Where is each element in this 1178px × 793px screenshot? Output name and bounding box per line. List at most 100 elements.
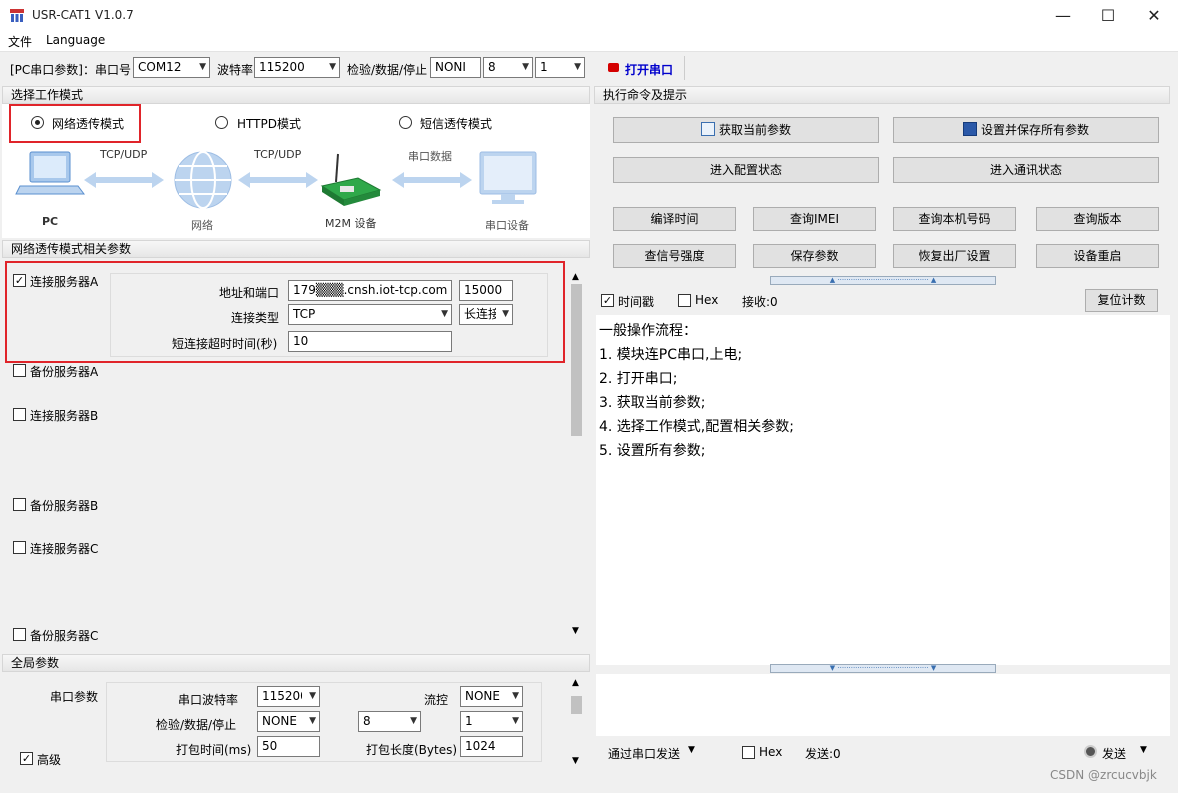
splitter-handle-2[interactable]: ▼ ······································… [770,664,996,673]
log-line: 5. 设置所有参数; [599,443,706,459]
timeout-label: 短连接超时时间(秒) [172,337,278,351]
global-databits-select[interactable]: 8 ▼ [358,711,421,732]
send-icon [1084,745,1097,758]
query-imei-button[interactable]: 查询IMEI [753,207,876,231]
server-c-checkbox[interactable] [13,541,26,554]
backup-server-c-checkbox[interactable] [13,628,26,641]
chevron-down-icon: ▼ [522,62,529,72]
net-params-scrollbar[interactable]: ▲ ▼ [568,272,585,640]
minimize-button[interactable]: — [1040,0,1086,31]
device-restart-button[interactable]: 设备重启 [1036,244,1159,268]
scroll-down-icon[interactable]: ▼ [572,626,579,636]
net-params-header: 网络透传模式相关参数 [2,240,590,258]
port-select[interactable]: COM12 ▼ [133,57,210,78]
chevron-down-icon: ▼ [502,309,509,319]
stopbits-select[interactable]: 1 ▼ [535,57,585,78]
save-params-button[interactable]: 保存参数 [753,244,876,268]
enter-comm-button[interactable]: 进入通讯状态 [893,157,1159,183]
open-port-label: 打开串口 [625,63,674,77]
conn-mode-select[interactable]: 长连接▼ [459,304,513,325]
chevron-down-icon: ▼ [329,62,336,72]
splitter-handle[interactable]: ▲ ······································… [770,276,996,285]
signal-strength-button[interactable]: 查信号强度 [613,244,736,268]
server-c-label: 连接服务器C [30,542,99,556]
receive-log[interactable]: 一般操作流程： 1. 模块连PC串口,上电; 2. 打开串口; 3. 获取当前参… [596,315,1170,665]
server-port-input[interactable]: 15000 [459,280,513,301]
send-button[interactable]: 发送 [1102,745,1126,762]
factory-reset-button[interactable]: 恢复出厂设置 [893,244,1016,268]
menu-file[interactable]: 文件 [8,33,32,50]
global-scrollbar[interactable]: ▲ ▼ [568,678,585,768]
scroll-up-icon[interactable]: ▲ [572,272,579,282]
chevron-down-icon: ▼ [309,716,316,726]
mode-option-httpd[interactable]: HTTPD模式 [237,115,301,132]
timeout-input[interactable]: 10 [288,331,452,352]
scroll-thumb[interactable] [571,284,582,436]
double-arrow-icon [392,172,472,188]
m2m-device-icon [320,153,382,206]
compile-time-button[interactable]: 编译时间 [613,207,736,231]
window-title: USR-CAT1 V1.0.7 [32,8,134,22]
scroll-up-icon[interactable]: ▲ [572,678,579,688]
radio-network[interactable] [31,116,44,129]
menu-language[interactable]: Language [46,33,105,47]
send-hex-checkbox[interactable] [742,746,755,759]
global-parity-select[interactable]: NONE ▼ [257,711,320,732]
open-port-button[interactable]: 打开串口 [603,56,685,80]
log-line: 2. 打开串口; [599,371,678,387]
mode-option-network[interactable]: 网络透传模式 [52,115,124,132]
reset-count-button[interactable]: 复位计数 [1085,289,1158,312]
double-arrow-icon [84,172,164,188]
chevron-down-icon: ▼ [410,716,417,726]
app-icon [10,9,24,22]
radio-httpd[interactable] [215,116,228,129]
globe-icon [174,151,232,209]
serial-params-label: 串口参数 [50,690,99,704]
pack-len-input[interactable]: 1024 [460,736,523,757]
server-addr-input[interactable]: 179▒▒▒.cnsh.iot-tcp.com [288,280,452,301]
title-bar: USR-CAT1 V1.0.7 — ☐ ✕ [0,0,1178,31]
radio-sms[interactable] [399,116,412,129]
global-stopbits-select[interactable]: 1 ▼ [460,711,523,732]
conn-type-select[interactable]: TCP ▼ [288,304,452,325]
server-b-checkbox[interactable] [13,408,26,421]
mode-header: 选择工作模式 [2,86,590,104]
advanced-checkbox[interactable]: ✓ [20,752,33,765]
send-via-select[interactable]: 通过串口发送 [608,745,680,762]
recv-count: 接收:0 [742,295,778,309]
scroll-down-icon[interactable]: ▼ [572,756,579,766]
diagram-serial-dev: 串口设备 [485,219,529,232]
mode-option-sms[interactable]: 短信透传模式 [420,115,492,132]
backup-server-b-checkbox[interactable] [13,498,26,511]
floppy-disk-icon [962,122,977,136]
chevron-down-icon: ▼ [199,62,206,72]
enter-config-button[interactable]: 进入配置状态 [613,157,879,183]
mode-panel: 网络透传模式 HTTPD模式 短信透传模式 TCP/UDP TCP/UDP 串口… [2,104,590,238]
backup-server-a-checkbox[interactable] [13,364,26,377]
diagram-pc: PC [42,215,59,228]
databits-select[interactable]: 8 ▼ [483,57,533,78]
flow-select[interactable]: NONE ▼ [460,686,523,707]
log-line: 4. 选择工作模式,配置相关参数; [599,419,794,435]
scroll-thumb[interactable] [571,696,582,714]
server-a-checkbox[interactable]: ✓ [13,274,26,287]
timestamp-checkbox[interactable]: ✓ [601,294,614,307]
query-number-button[interactable]: 查询本机号码 [893,207,1016,231]
query-version-button[interactable]: 查询版本 [1036,207,1159,231]
global-baud-select[interactable]: 115200▼ [257,686,320,707]
parity-select[interactable]: NONI [430,57,481,78]
recv-hex-checkbox[interactable] [678,294,691,307]
save-all-button[interactable]: 设置并保存所有参数 [893,117,1159,143]
pack-len-label: 打包长度(Bytes) [366,743,458,757]
baud-select[interactable]: 115200 ▼ [254,57,340,78]
port-status-icon [608,63,619,72]
maximize-button[interactable]: ☐ [1085,0,1131,31]
get-params-button[interactable]: 获取当前参数 [613,117,879,143]
send-input[interactable] [596,674,1170,736]
log-line: 一般操作流程： [599,323,697,339]
close-button[interactable]: ✕ [1131,0,1177,31]
serial-toolbar: [PC串口参数]：串口号 COM12 ▼ 波特率 115200 ▼ 检验/数据/停止… [0,51,1178,85]
global-baud-label: 串口波特率 [178,693,239,707]
pack-time-input[interactable]: 50 [257,736,320,757]
send-hex-label: Hex [759,745,783,759]
